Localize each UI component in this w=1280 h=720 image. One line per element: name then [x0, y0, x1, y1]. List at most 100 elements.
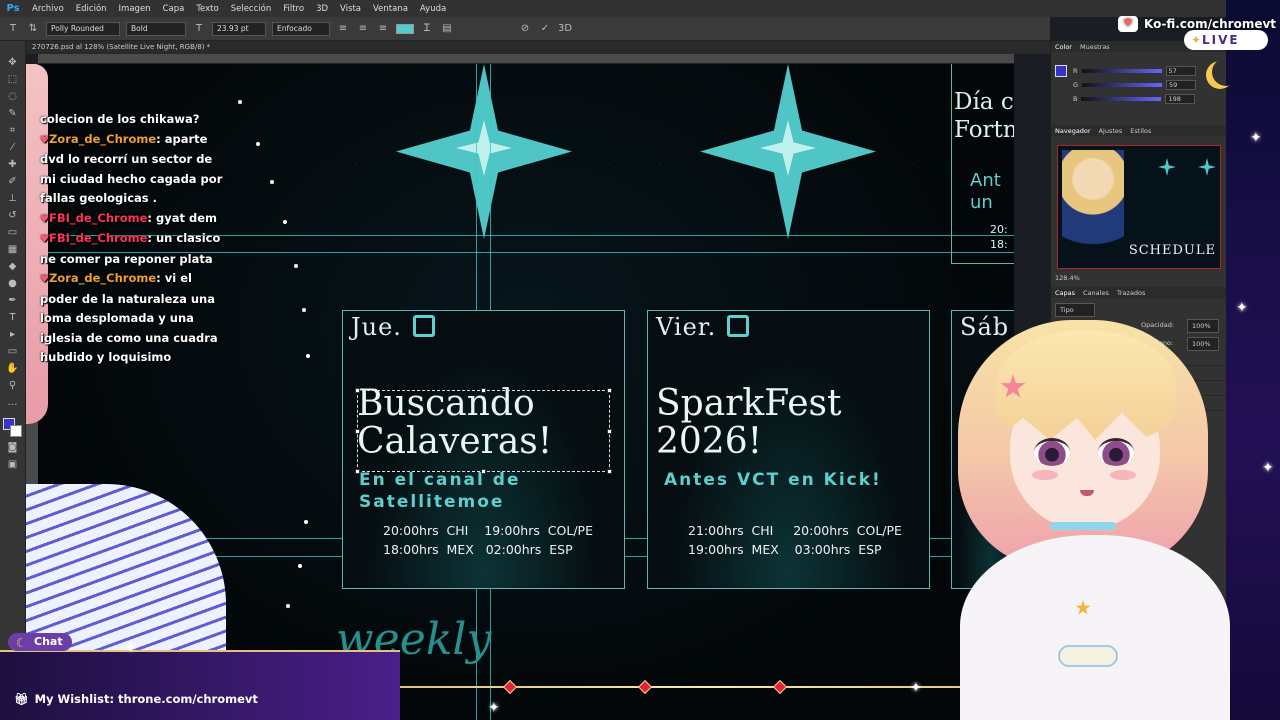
dodge-tool-icon[interactable]: ● — [4, 276, 22, 291]
slider-g[interactable]: G 59 — [1051, 78, 1226, 92]
healing-tool-icon[interactable]: ✚ — [4, 157, 22, 172]
layer-row[interactable]: nuevo: Fortnite — [1051, 396, 1227, 411]
menu-ayuda[interactable]: Ayuda — [414, 4, 452, 14]
event-title[interactable]: SparkFest 2026! — [656, 385, 841, 461]
menu-imagen[interactable]: Imagen — [113, 4, 157, 14]
lasso-tool-icon[interactable]: ◌ — [4, 89, 22, 104]
align-left-icon[interactable]: ≡ — [336, 22, 350, 36]
brush-tool-icon[interactable]: ✐ — [4, 174, 22, 189]
text-orientation-icon[interactable]: ⇅ — [26, 22, 40, 36]
text-color-swatch[interactable] — [396, 23, 414, 34]
slider-b[interactable]: B 198 — [1051, 92, 1226, 106]
tab-color[interactable]: Color — [1055, 43, 1072, 51]
gradient-tool-icon[interactable]: ▦ — [4, 242, 22, 257]
background-color[interactable] — [9, 425, 22, 437]
history-brush-icon[interactable]: ↺ — [4, 208, 22, 223]
move-tool-icon[interactable]: ✥ — [4, 55, 22, 70]
tab-adjustments[interactable]: Ajustes — [1099, 127, 1123, 135]
quick-mask-icon[interactable]: ◙ — [4, 440, 22, 455]
menu-edicion[interactable]: Edición — [70, 4, 113, 14]
eyedropper-tool-icon[interactable]: ⁄ — [4, 140, 22, 155]
more-tools-icon[interactable]: … — [4, 395, 22, 410]
star-dot — [283, 220, 287, 224]
menu-archivo[interactable]: Archivo — [26, 4, 70, 14]
panel-fg-swatch[interactable] — [1055, 65, 1067, 77]
font-style-select[interactable]: Bold — [126, 21, 186, 36]
zoom-tool-icon[interactable]: ⚲ — [4, 378, 22, 393]
chat-message: ♥Zora_de_Chrome: vi el poder de la natur… — [40, 269, 230, 368]
transform-handle[interactable] — [607, 469, 612, 474]
menu-filtro[interactable]: Filtro — [277, 4, 310, 14]
layer-row[interactable]: ntemos un poquito — [1051, 381, 1227, 396]
font-size-field[interactable]: 23.93 pt — [212, 21, 266, 36]
b-track[interactable] — [1081, 97, 1162, 101]
transform-handle[interactable] — [355, 429, 360, 434]
hand-tool-icon[interactable]: ✋ — [4, 361, 22, 376]
fill-field[interactable]: 100% — [1187, 337, 1219, 351]
commit-check-icon[interactable]: ✓ — [538, 22, 552, 36]
opacity-field[interactable]: 100% — [1187, 319, 1219, 333]
chat-message: ♥Zora_de_Chrome: aparte dvd lo recorrí u… — [40, 130, 230, 209]
ruler-vertical — [26, 64, 38, 720]
menu-ventana[interactable]: Ventana — [367, 4, 414, 14]
layer-row[interactable]: TRA INFO — [1051, 366, 1227, 381]
transform-handle[interactable] — [481, 469, 486, 474]
schedule-card-saturday[interactable]: Sáb — [951, 310, 1014, 589]
font-family-select[interactable]: Polly Rounded — [46, 21, 120, 36]
color-chips[interactable] — [2, 418, 23, 438]
pen-tool-icon[interactable]: ✒ — [4, 293, 22, 308]
r-value[interactable]: 57 — [1165, 66, 1196, 76]
warp-text-icon[interactable]: Ꮖ — [420, 22, 434, 36]
crop-tool-icon[interactable]: ⌗ — [4, 123, 22, 138]
event-title-line: SparkFest — [656, 383, 842, 424]
menu-texto[interactable]: Texto — [190, 4, 224, 14]
quick-select-tool-icon[interactable]: ✎ — [4, 106, 22, 121]
menu-capa[interactable]: Capa — [157, 4, 191, 14]
thumbnail-title: SCHEDULE — [1128, 243, 1216, 258]
b-value[interactable]: 198 — [1165, 94, 1196, 104]
3d-text-icon[interactable]: 3D — [558, 22, 572, 36]
tab-navigator[interactable]: Navegador — [1055, 127, 1091, 135]
layer-row[interactable]: HE WEEK — [1051, 351, 1227, 366]
tab-swatches[interactable]: Muestras — [1080, 43, 1110, 51]
shape-tool-icon[interactable]: ▭ — [4, 344, 22, 359]
transform-handle[interactable] — [607, 388, 612, 393]
schedule-card-friday[interactable]: Vier. SparkFest 2026! Antes VCT en Kick! … — [647, 310, 930, 589]
tools-panel: ✥ ⬚ ◌ ✎ ⌗ ⁄ ✚ ✐ ⊥ ↺ ▭ ▦ ◆ ● ✒ T ▸ ▭ ✋ ⚲ … — [0, 41, 26, 720]
transform-handle[interactable] — [355, 469, 360, 474]
path-select-tool-icon[interactable]: ▸ — [4, 327, 22, 342]
g-track[interactable] — [1082, 83, 1163, 87]
menu-3d[interactable]: 3D — [310, 4, 334, 14]
wishlist-text: My Wishlist: throne.com/chromevt — [34, 692, 258, 706]
tab-styles[interactable]: Estilos — [1130, 127, 1151, 135]
marquee-tool-icon[interactable]: ⬚ — [4, 72, 22, 87]
eraser-tool-icon[interactable]: ▭ — [4, 225, 22, 240]
align-right-icon[interactable]: ≡ — [376, 22, 390, 36]
transform-handle[interactable] — [607, 429, 612, 434]
stamp-tool-icon[interactable]: ⊥ — [4, 191, 22, 206]
tab-layers[interactable]: Capas — [1055, 289, 1075, 297]
slider-r[interactable]: R 57 — [1051, 64, 1226, 78]
g-value[interactable]: 59 — [1166, 80, 1197, 90]
type-tool-icon[interactable]: T — [6, 22, 20, 36]
menu-vista[interactable]: Vista — [334, 4, 367, 14]
type-tool-icon[interactable]: T — [4, 310, 22, 325]
tab-paths[interactable]: Trazados — [1117, 289, 1146, 297]
character-panel-icon[interactable]: ▤ — [440, 22, 454, 36]
r-track[interactable] — [1081, 69, 1162, 73]
align-center-icon[interactable]: ≡ — [356, 22, 370, 36]
menu-seleccion[interactable]: Selección — [225, 4, 278, 14]
schedule-card-partial[interactable]: Día c Fortn Ant un 20: 18: — [951, 64, 1014, 264]
cancel-icon[interactable]: ⊘ — [518, 22, 532, 36]
transform-handle[interactable] — [481, 388, 486, 393]
antialias-select[interactable]: Enfocado — [272, 21, 330, 36]
transform-handle[interactable] — [355, 388, 360, 393]
navigator-thumbnail[interactable]: SCHEDULE — [1057, 145, 1221, 269]
text-bounding-box[interactable] — [355, 388, 612, 474]
tab-channels[interactable]: Canales — [1083, 289, 1109, 297]
screen-mode-icon[interactable]: ▣ — [4, 457, 22, 472]
blur-tool-icon[interactable]: ◆ — [4, 259, 22, 274]
document-tab[interactable]: 270726.psd al 128% (Satellite Live Night… — [26, 41, 1050, 54]
layer-kind-filter[interactable]: Tipo — [1055, 303, 1095, 317]
navigator-zoom[interactable]: 128.4% — [1055, 274, 1080, 282]
